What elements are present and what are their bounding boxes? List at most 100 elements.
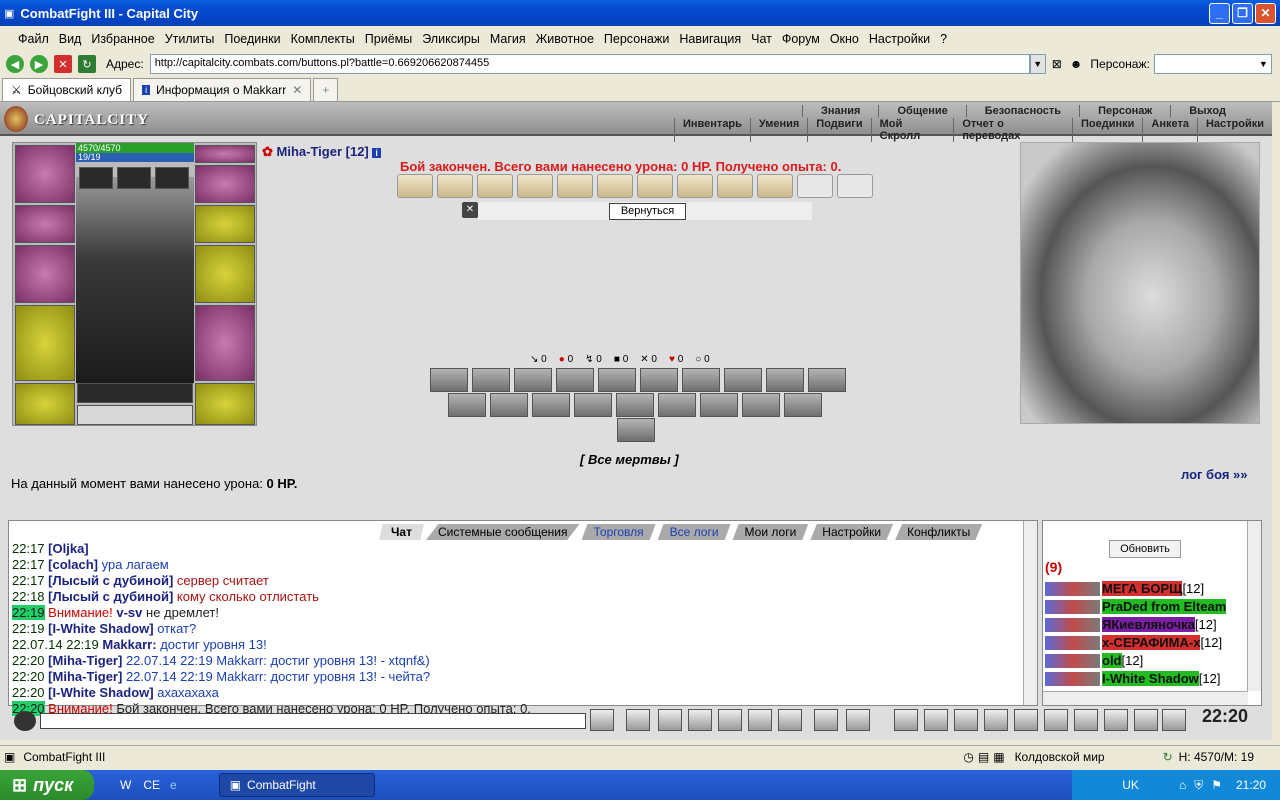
chat-time[interactable]: 22:17 — [12, 573, 45, 588]
potions-slot[interactable] — [77, 383, 193, 403]
menu-item[interactable]: Персонажи — [604, 32, 669, 46]
sword-icon[interactable] — [924, 709, 948, 731]
amulet-slot[interactable] — [117, 167, 151, 189]
player-name[interactable]: ЯКиевляночка — [1102, 617, 1195, 632]
skill-button[interactable] — [514, 368, 552, 392]
skill-button[interactable] — [574, 393, 612, 417]
chat-nick[interactable]: [Лысый с дубиной] — [48, 589, 173, 604]
skill-button[interactable] — [556, 368, 594, 392]
address-input[interactable]: http://capitalcity.combats.com/buttons.p… — [149, 54, 1030, 74]
stop-icon[interactable]: ✕ — [54, 55, 72, 73]
refresh-button[interactable]: Обновить — [1109, 540, 1181, 558]
scroll-icon[interactable] — [1014, 709, 1038, 731]
menu-item[interactable]: Комплекты — [291, 32, 355, 46]
opponent-name[interactable]: ✿ Miha-Tiger [12] i — [262, 144, 381, 160]
chat-time[interactable]: 22:20 — [12, 669, 45, 684]
menu-item[interactable]: Настройки — [869, 32, 930, 46]
top-link[interactable]: Персонаж — [1079, 105, 1170, 117]
sub-link[interactable]: Отчет о переводах — [953, 118, 1072, 142]
armor-slot[interactable] — [15, 305, 75, 381]
chat-time[interactable]: 22:18 — [12, 589, 45, 604]
close-tab-icon[interactable]: ✕ — [292, 83, 302, 97]
menu-item[interactable]: Вид — [59, 32, 82, 46]
bracers-slot[interactable] — [15, 205, 75, 243]
maximize-button[interactable]: ❐ — [1232, 2, 1253, 24]
back-icon[interactable]: ◀ — [6, 55, 24, 73]
filter-icon[interactable] — [658, 709, 682, 731]
potion-icon[interactable] — [954, 709, 978, 731]
persona-icon[interactable]: ☻ — [1070, 57, 1083, 71]
language-indicator[interactable]: UK — [1122, 778, 1139, 792]
battle-scroll[interactable] — [477, 174, 513, 198]
chat-tab[interactable]: Конфликты — [895, 524, 983, 540]
paw-icon[interactable] — [1134, 709, 1158, 731]
rings-slot[interactable] — [195, 165, 255, 203]
helmet-icon[interactable] — [846, 709, 870, 731]
refresh-icon[interactable]: ↻ — [78, 55, 96, 73]
refresh-status-icon[interactable]: ↻ — [1163, 750, 1173, 764]
eraser-icon[interactable] — [626, 709, 650, 731]
online-player[interactable]: ЯКиевляночка [12] — [1045, 617, 1217, 632]
persona-select[interactable]: ▼ — [1153, 54, 1272, 74]
sub-link[interactable]: Инвентарь — [674, 118, 750, 142]
enter-icon[interactable] — [590, 709, 614, 731]
return-button[interactable]: Вернуться — [609, 203, 686, 220]
menu-item[interactable]: ? — [940, 32, 947, 46]
chat-time[interactable]: 22:19 — [12, 621, 45, 636]
gold-icon[interactable] — [984, 709, 1008, 731]
ce-icon[interactable]: CE — [143, 778, 160, 792]
gloves-slot[interactable] — [195, 205, 255, 243]
online-player[interactable]: PraDed from Elteam — [1045, 599, 1227, 614]
chat-scrollbar[interactable] — [1023, 521, 1037, 705]
helmet-slot[interactable] — [15, 145, 75, 203]
skill-button[interactable] — [658, 393, 696, 417]
group-icon[interactable] — [1104, 709, 1128, 731]
battle-scroll[interactable] — [437, 174, 473, 198]
smile-icon[interactable] — [814, 709, 838, 731]
skill-button[interactable] — [784, 393, 822, 417]
sub-link[interactable]: Анкета — [1142, 118, 1197, 142]
skill-button[interactable] — [448, 393, 486, 417]
tab-info[interactable]: i Информация о Makkarr ✕ — [133, 78, 312, 101]
bag-icon[interactable] — [894, 709, 918, 731]
fight-icon[interactable] — [718, 709, 742, 731]
chat-time[interactable]: 22:20 — [12, 685, 45, 700]
chat-nick[interactable]: [Miha-Tiger] — [48, 653, 122, 668]
rune-slot[interactable] — [195, 145, 255, 163]
exit-icon[interactable] — [1162, 709, 1186, 731]
chat-nick[interactable]: [colach] — [48, 557, 98, 572]
battle-scroll[interactable] — [797, 174, 833, 198]
chat-tab[interactable]: Торговля — [581, 524, 656, 540]
player-name[interactable]: PraDed from Elteam — [1102, 599, 1227, 614]
skill-button[interactable] — [472, 368, 510, 392]
battle-scroll[interactable] — [557, 174, 593, 198]
menu-item[interactable]: Утилиты — [165, 32, 215, 46]
skill-button[interactable] — [640, 368, 678, 392]
chat-time[interactable]: 22:20 — [12, 653, 45, 668]
menu-item[interactable]: Эликсиры — [422, 32, 480, 46]
player-name[interactable]: old — [1102, 653, 1122, 668]
player-name[interactable]: МЕГА БОРЩ — [1102, 581, 1183, 596]
battle-scroll[interactable] — [757, 174, 793, 198]
menu-item[interactable]: Избранное — [91, 32, 154, 46]
chat-tab[interactable]: Все логи — [657, 524, 731, 540]
online-scrollbar[interactable] — [1247, 521, 1261, 691]
skill-button[interactable] — [598, 368, 636, 392]
battle-log-link[interactable]: лог боя »» — [1181, 467, 1248, 482]
menu-item[interactable]: Окно — [830, 32, 859, 46]
offhand-slot[interactable] — [195, 245, 255, 303]
chat-time[interactable]: 22.07.14 22:19 — [12, 637, 99, 652]
skill-button[interactable] — [700, 393, 738, 417]
ring-slot[interactable] — [79, 167, 113, 189]
online-player[interactable]: x-СЕРАФИМА-x [12] — [1045, 635, 1222, 650]
menu-item[interactable]: Поединки — [224, 32, 280, 46]
battle-scroll[interactable] — [397, 174, 433, 198]
battle-scroll[interactable] — [837, 174, 873, 198]
battle-scroll[interactable] — [717, 174, 753, 198]
battle-scroll[interactable] — [597, 174, 633, 198]
chat-tab[interactable]: Настройки — [810, 524, 894, 540]
weapon-slot[interactable] — [15, 245, 75, 303]
info-icon[interactable]: i — [372, 148, 381, 158]
sub-link[interactable]: Умения — [749, 118, 807, 142]
chat-nick[interactable]: [Miha-Tiger] — [48, 669, 122, 684]
